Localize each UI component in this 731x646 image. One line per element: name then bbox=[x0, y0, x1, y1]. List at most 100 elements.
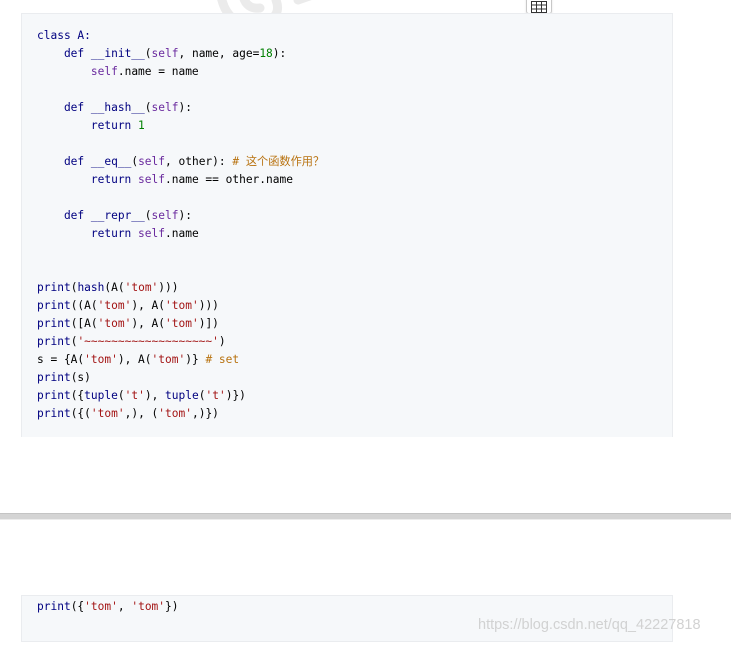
code-token: ,), ( bbox=[124, 407, 159, 420]
code-token: __repr__ bbox=[90, 209, 145, 222]
code-block[interactable]: class A: def __init__(self, name, age=18… bbox=[21, 13, 673, 437]
code-lines: print({'tom', 'tom'}) bbox=[37, 598, 179, 616]
code-token: print bbox=[37, 317, 71, 330]
code-token: 1 bbox=[138, 119, 145, 132]
code-token: __eq__ bbox=[90, 155, 132, 168]
code-token: ((A( bbox=[70, 299, 98, 312]
code-token: return bbox=[37, 227, 139, 240]
code-token: return bbox=[37, 119, 139, 132]
code-token: , name, age= bbox=[178, 47, 260, 60]
code-line: print(s) bbox=[37, 369, 324, 387]
code-line: def __repr__(self): bbox=[37, 207, 324, 225]
code-token: ( bbox=[144, 209, 152, 222]
code-token: print bbox=[37, 335, 71, 348]
code-token: .name = name bbox=[117, 65, 199, 78]
code-token: )}) bbox=[225, 389, 246, 402]
code-token: 'tom' bbox=[165, 299, 199, 312]
code-line: return self.name == other.name bbox=[37, 171, 324, 189]
code-token: self bbox=[90, 65, 118, 78]
code-token: hash bbox=[77, 281, 105, 294]
code-token: self bbox=[138, 227, 165, 240]
table-icon bbox=[531, 0, 547, 13]
code-token: self bbox=[151, 47, 179, 60]
code-token: '~~~~~~~~~~~~~~~~~~~' bbox=[77, 335, 219, 348]
code-lines: class A: def __init__(self, name, age=18… bbox=[37, 27, 324, 423]
code-line: def __hash__(self): bbox=[37, 99, 324, 117]
code-token: # set bbox=[205, 353, 240, 366]
code-line: print({('tom',), ('tom',)}) bbox=[37, 405, 324, 423]
code-token: 'tom' bbox=[124, 281, 159, 294]
code-line: def __eq__(self, other): # 这个函数作用？ bbox=[37, 153, 324, 171]
code-token: ) bbox=[218, 335, 226, 348]
code-token: , other): bbox=[165, 155, 233, 168]
code-token: ): bbox=[178, 209, 192, 222]
code-line: s = {A('tom'), A('tom')} # set bbox=[37, 351, 324, 369]
code-token: return bbox=[37, 173, 139, 186]
code-token: 'tom' bbox=[97, 317, 132, 330]
code-token: __hash__ bbox=[90, 101, 145, 114]
code-token: ([A( bbox=[70, 317, 98, 330]
code-token: }) bbox=[165, 600, 179, 613]
code-token: ({( bbox=[70, 407, 91, 420]
code-token: ), A( bbox=[131, 299, 166, 312]
code-token: ): bbox=[178, 101, 192, 114]
code-token: def bbox=[37, 47, 91, 60]
code-token: ), A( bbox=[117, 353, 152, 366]
code-token: s = {A( bbox=[37, 353, 85, 366]
code-token: ,)}) bbox=[191, 407, 219, 420]
code-token: ({ bbox=[70, 600, 85, 613]
code-token: self bbox=[151, 209, 179, 222]
code-token: ))) bbox=[198, 299, 219, 312]
code-token: class A: bbox=[37, 29, 91, 42]
code-token: ), bbox=[144, 389, 166, 402]
code-token: print bbox=[37, 389, 71, 402]
code-token: tuple bbox=[165, 389, 199, 402]
code-token: ( bbox=[117, 389, 125, 402]
code-token: 'tom' bbox=[165, 317, 199, 330]
code-token: (s) bbox=[70, 371, 91, 384]
code-token: 'tom' bbox=[84, 353, 118, 366]
code-token: self bbox=[138, 155, 166, 168]
insert-table-button[interactable] bbox=[526, 0, 552, 14]
code-token: self bbox=[151, 101, 179, 114]
code-token: (A( bbox=[104, 281, 125, 294]
code-token: 't' bbox=[205, 389, 226, 402]
code-token: 'tom' bbox=[84, 600, 118, 613]
code-line: print((A('tom'), A('tom'))) bbox=[37, 297, 324, 315]
code-token: 'tom' bbox=[158, 407, 192, 420]
code-token: def bbox=[37, 209, 91, 222]
code-token: # 这个函数作用？ bbox=[232, 155, 325, 168]
code-line: self.name = name bbox=[37, 63, 324, 81]
code-token: print bbox=[37, 281, 71, 294]
code-token: )} bbox=[185, 353, 206, 366]
code-token: 'tom' bbox=[90, 407, 125, 420]
code-token: 18 bbox=[259, 47, 273, 60]
code-token: ( bbox=[144, 101, 152, 114]
code-line: print({'tom', 'tom'}) bbox=[37, 598, 179, 616]
code-line: return self.name bbox=[37, 225, 324, 243]
code-line: print([A('tom'), A('tom')]) bbox=[37, 315, 324, 333]
code-line: print('~~~~~~~~~~~~~~~~~~~') bbox=[37, 333, 324, 351]
code-line: class A: bbox=[37, 27, 324, 45]
code-token: 'tom' bbox=[131, 600, 166, 613]
code-token: print bbox=[37, 371, 71, 384]
code-token: 'tom' bbox=[97, 299, 132, 312]
code-line: def __init__(self, name, age=18): bbox=[37, 45, 324, 63]
code-token: ( bbox=[144, 47, 152, 60]
code-token: __init__ bbox=[90, 47, 145, 60]
code-token: print bbox=[37, 407, 71, 420]
code-token: .name bbox=[165, 227, 199, 240]
code-token: ({ bbox=[70, 389, 85, 402]
code-token: 'tom' bbox=[151, 353, 186, 366]
code-token: ), A( bbox=[131, 317, 166, 330]
code-token: )]) bbox=[198, 317, 219, 330]
code-block[interactable]: print({'tom', 'tom'}) bbox=[21, 595, 673, 642]
code-token: , bbox=[117, 600, 132, 613]
code-line: return 1 bbox=[37, 117, 324, 135]
code-token: tuple bbox=[84, 389, 118, 402]
